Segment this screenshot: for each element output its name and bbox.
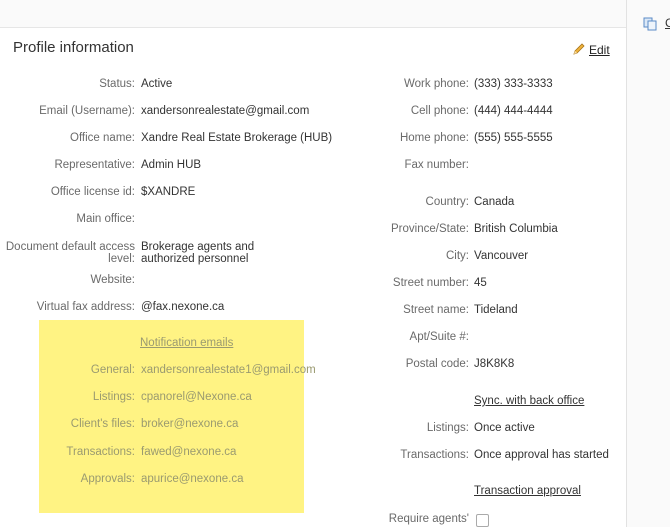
email-value: xandersonrealestate@gmail.com: [141, 105, 310, 117]
top-bar: [0, 0, 626, 28]
street-name-value: Tideland: [474, 304, 518, 316]
cell-phone-label: Cell phone:: [410, 105, 469, 117]
status-value: Active: [141, 78, 173, 90]
transaction-approval-link[interactable]: Transaction approval: [474, 485, 581, 497]
street-number-value: 45: [474, 277, 487, 289]
province-value: British Columbia: [474, 223, 558, 235]
listings-email-value: cpanorel@Nexone.ca: [141, 391, 252, 403]
work-phone-value: (333) 333-3333: [474, 78, 553, 90]
sync-listings-value: Once active: [474, 422, 535, 434]
apt-suite-label: Apt/Suite #:: [409, 331, 469, 343]
sync-back-office-link[interactable]: Sync. with back office: [474, 395, 584, 407]
default-access-value-1: Brokerage agents and: [141, 241, 255, 253]
sync-transactions-value: Once approval has started: [474, 449, 609, 461]
page-title: Profile information: [13, 39, 134, 56]
general-email-label: General:: [90, 364, 135, 376]
copy-icon[interactable]: [643, 17, 657, 34]
country-value: Canada: [474, 196, 515, 208]
website-label: Website:: [90, 274, 135, 286]
approvals-email-label: Approvals:: [80, 473, 135, 485]
license-id-label: Office license id:: [50, 186, 135, 198]
client-files-email-label: Client's files:: [70, 418, 135, 430]
country-label: Country:: [425, 196, 469, 208]
city-value: Vancouver: [474, 250, 529, 262]
transactions-email-label: Transactions:: [66, 446, 135, 458]
client-files-email-value: broker@nexone.ca: [141, 418, 239, 430]
general-email-value: xandersonrealestate1@gmail.com: [141, 364, 316, 376]
representative-label: Representative:: [54, 159, 135, 171]
virtual-fax-value: @fax.nexone.ca: [141, 301, 225, 313]
side-link[interactable]: C: [665, 16, 670, 30]
home-phone-value: (555) 555-5555: [474, 132, 553, 144]
transactions-email-value: fawed@nexone.ca: [141, 446, 237, 458]
work-phone-label: Work phone:: [404, 78, 469, 90]
street-name-label: Street name:: [403, 304, 469, 316]
sync-listings-label: Listings:: [426, 422, 469, 434]
require-agents-checkbox[interactable]: [476, 514, 489, 527]
office-name-value: Xandre Real Estate Brokerage (HUB): [141, 132, 333, 144]
office-name-label: Office name:: [70, 132, 135, 144]
default-access-label-2: level:: [108, 253, 135, 265]
edit-button[interactable]: Edit: [572, 42, 610, 59]
right-sidebar: [627, 0, 670, 527]
status-label: Status:: [99, 78, 135, 90]
province-label: Province/State:: [391, 223, 469, 235]
default-access-value-2: authorized personnel: [141, 253, 249, 265]
virtual-fax-label: Virtual fax address:: [36, 301, 135, 313]
notification-emails-heading[interactable]: Notification emails: [140, 337, 233, 349]
city-label: City:: [446, 250, 469, 262]
street-number-label: Street number:: [392, 277, 469, 289]
cell-phone-value: (444) 444-4444: [474, 105, 553, 117]
approvals-email-value: apurice@nexone.ca: [141, 473, 244, 485]
postal-code-label: Postal code:: [405, 358, 469, 370]
postal-code-value: J8K8K8: [474, 358, 515, 370]
require-agents-label: Require agents': [388, 513, 469, 525]
pencil-icon: [572, 42, 586, 59]
license-id-value: $XANDRE: [141, 186, 196, 198]
fax-number-label: Fax number:: [404, 159, 469, 171]
main-office-label: Main office:: [76, 213, 135, 225]
edit-label: Edit: [589, 43, 610, 57]
default-access-label-1: Document default access: [5, 241, 135, 253]
listings-email-label: Listings:: [92, 391, 135, 403]
email-label: Email (Username):: [39, 105, 135, 117]
home-phone-label: Home phone:: [399, 132, 469, 144]
representative-value: Admin HUB: [141, 159, 202, 171]
sync-transactions-label: Transactions:: [400, 449, 469, 461]
